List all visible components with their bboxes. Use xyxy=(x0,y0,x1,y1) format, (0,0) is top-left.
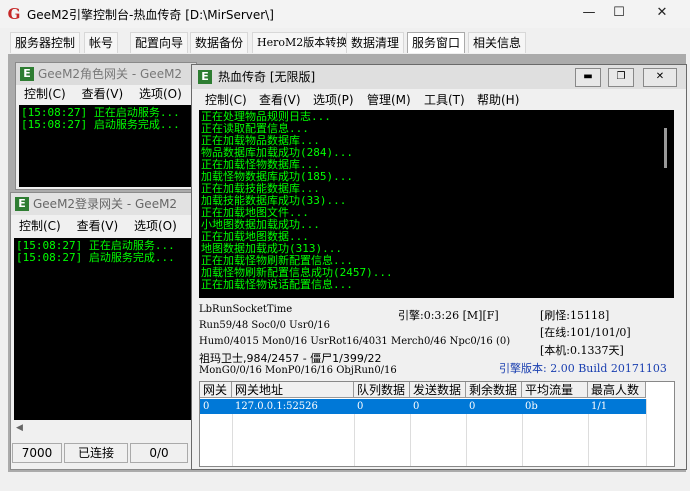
header-max-users[interactable]: 最高人数 xyxy=(588,382,646,398)
main-restore-button[interactable]: ❐ xyxy=(608,68,634,87)
status-socket-time: LbRunSocketTime xyxy=(199,304,293,315)
header-queue-data[interactable]: 队列数据 xyxy=(354,382,410,398)
gateway-table[interactable]: 网关 网关地址 队列数据 发送数据 剩余数据 平均流量 最高人数 0 127.0… xyxy=(199,381,675,467)
menu-tools[interactable]: 工具(T) xyxy=(424,89,465,111)
count-status: 0/0 xyxy=(130,443,188,463)
maximize-button[interactable]: ☐ xyxy=(606,3,632,23)
role-gateway-menu: 控制(C) 查看(V) 选项(O) xyxy=(16,85,196,103)
table-row[interactable]: 0 127.0.0.1:52526 0 0 0 0b 1/1 xyxy=(200,399,646,414)
tab-data-backup[interactable]: 数据备份 xyxy=(190,32,249,53)
cell-send: 0 xyxy=(413,401,420,412)
cell-gateway: 0 xyxy=(203,401,210,412)
app-logo-icon: G xyxy=(7,5,21,23)
tab-server-control[interactable]: 服务器控制 xyxy=(10,32,81,53)
cell-queue: 0 xyxy=(357,401,364,412)
header-send-data[interactable]: 发送数据 xyxy=(410,382,466,398)
status-refresh-monsters: [刷怪:15118] xyxy=(540,309,610,322)
app-title: GeeM2引擎控制台-热血传奇 [D:\MirServer\] xyxy=(27,8,274,22)
header-remaining-data[interactable]: 剩余数据 xyxy=(466,382,522,398)
role-gateway-log: [15:08:27] 正在启动服务... [15:08:27] 启动服务完成..… xyxy=(19,105,194,187)
app-titlebar: G GeeM2引擎控制台-热血传奇 [D:\MirServer\] — ☐ ✕ xyxy=(0,0,690,28)
log-line: [15:08:27] 启动服务完成... xyxy=(16,251,175,264)
role-gateway-title: GeeM2角色网关 - GeeM2 xyxy=(16,63,196,85)
grid-line xyxy=(646,399,647,466)
cell-max-users: 1/1 xyxy=(591,401,608,412)
tab-config-wizard[interactable]: 配置向导 xyxy=(130,32,189,53)
status-run: Run59/48 Soc0/0 Usr0/16 xyxy=(199,320,330,331)
login-menu-control[interactable]: 控制(C) xyxy=(19,219,61,233)
header-avg-traffic[interactable]: 平均流量 xyxy=(522,382,588,398)
cell-address: 127.0.0.1:52526 xyxy=(235,401,318,412)
log-scroll-thumb[interactable] xyxy=(664,128,667,168)
status-engine-time: 引擎:0:3:26 [M][F] xyxy=(398,309,499,322)
role-menu-options[interactable]: 选项(O) xyxy=(139,87,182,101)
main-close-button[interactable]: ✕ xyxy=(643,68,677,87)
role-menu-control[interactable]: 控制(C) xyxy=(24,87,66,101)
login-gateway-menu: 控制(C) 查看(V) 选项(O) 帮 xyxy=(11,217,196,235)
tab-data-cleanup[interactable]: 数据清理 xyxy=(346,32,405,53)
login-gateway-log: [15:08:27] 正在启动服务... [15:08:27] 启动服务完成..… xyxy=(14,238,194,420)
tab-related-info[interactable]: 相关信息 xyxy=(468,32,527,53)
login-menu-view[interactable]: 查看(V) xyxy=(77,219,119,233)
cell-remaining: 0 xyxy=(469,401,476,412)
port-status: 7000 xyxy=(12,443,62,463)
tab-account[interactable]: 帐号 xyxy=(84,32,119,53)
status-machine: [本机:0.1337天] xyxy=(540,344,624,357)
menu-control[interactable]: 控制(C) xyxy=(205,89,247,111)
role-gateway-window: GeeM2角色网关 - GeeM2 E 控制(C) 查看(V) 选项(O) [1… xyxy=(15,62,197,190)
main-window-title: 热血传奇 [无限版] xyxy=(218,70,316,84)
login-gateway-title: GeeM2登录网关 - GeeM2 xyxy=(11,193,196,215)
status-online: [在线:101/101/0] xyxy=(540,326,631,339)
horizontal-scrollbar[interactable]: ◀ xyxy=(14,423,194,437)
status-mon: MonG0/0/16 MonP0/16/16 ObjRun0/16 xyxy=(199,365,397,376)
log-line: 正在加载怪物说话配置信息... xyxy=(201,278,353,291)
close-button[interactable]: ✕ xyxy=(649,3,675,23)
main-server-window: 热血传奇 [无限版] E ▬ ❐ ✕ 控制(C) 查看(V) 选项(P) 管理(… xyxy=(191,64,687,470)
main-minimize-button[interactable]: ▬ xyxy=(575,68,601,87)
role-menu-view[interactable]: 查看(V) xyxy=(82,87,124,101)
gateway-icon: E xyxy=(20,67,34,81)
main-window-menu: 控制(C) 查看(V) 选项(P) 管理(M) 工具(T) 帮助(H) xyxy=(192,89,686,111)
status-engine-version: 引擎版本: 2.00 Build 20171103 xyxy=(499,362,667,375)
login-gateway-window: GeeM2登录网关 - GeeM2 E 控制(C) 查看(V) 选项(O) 帮 … xyxy=(10,192,197,470)
tab-herom2-convert[interactable]: HeroM2版本转换 xyxy=(252,32,353,53)
main-menu: 服务器控制 帐号 配置向导 数据备份 HeroM2版本转换 数据清理 服务窗口 … xyxy=(4,32,686,54)
login-gateway-statusbar: 7000 已连接 0/0 xyxy=(8,443,190,467)
tab-service-window[interactable]: 服务窗口 xyxy=(407,32,466,53)
log-vertical-scrollbar[interactable] xyxy=(656,110,674,298)
login-menu-options[interactable]: 选项(O) xyxy=(134,219,177,233)
cell-avg-traffic: 0b xyxy=(525,401,538,412)
status-hum: Hum0/4015 Mon0/16 UsrRot16/4031 Merch0/4… xyxy=(199,336,511,347)
header-gateway[interactable]: 网关 xyxy=(200,382,232,398)
log-line: [15:08:27] 启动服务完成... xyxy=(21,118,180,131)
menu-view[interactable]: 查看(V) xyxy=(259,89,301,111)
main-server-log: 正在处理物品规则日志... 正在读取配置信息... 正在加载物品数据库... 物… xyxy=(199,110,656,298)
gateway-icon: E xyxy=(15,197,29,211)
connection-status: 已连接 xyxy=(64,443,128,463)
header-gateway-address[interactable]: 网关地址 xyxy=(232,382,354,398)
status-monster-info: 祖玛卫士,984/2457 - 僵尸1/399/22 xyxy=(199,352,382,365)
menu-help[interactable]: 帮助(H) xyxy=(477,89,519,111)
menu-manage[interactable]: 管理(M) xyxy=(367,89,411,111)
menu-options[interactable]: 选项(P) xyxy=(313,89,354,111)
scroll-left-icon[interactable]: ◀ xyxy=(16,423,23,433)
minimize-button[interactable]: — xyxy=(576,3,602,23)
main-window-icon: E xyxy=(198,70,212,84)
